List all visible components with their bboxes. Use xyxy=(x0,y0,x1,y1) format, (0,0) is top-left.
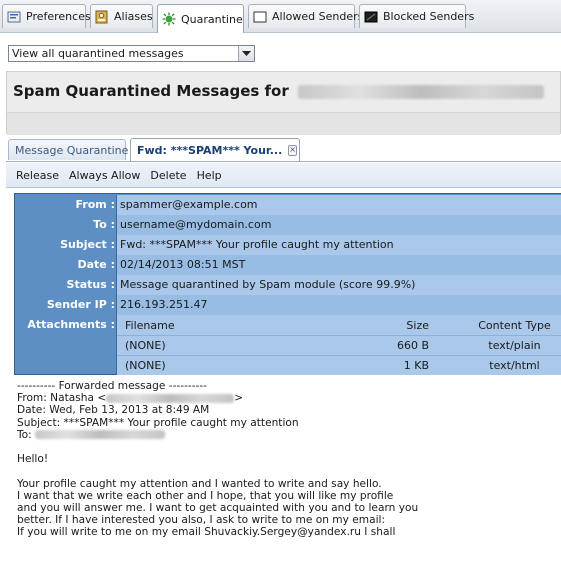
tab-message-quarantine-label: Message Quarantine xyxy=(15,143,129,157)
sender-ip-label: Sender IP : xyxy=(46,298,115,311)
date-label: Date : xyxy=(77,258,115,271)
tab-message-quarantine[interactable]: Message Quarantine xyxy=(8,139,129,160)
redacted-email xyxy=(298,84,544,99)
to-value: username@mydomain.com xyxy=(116,215,561,235)
tab-aliases[interactable]: Aliases xyxy=(90,4,153,28)
close-icon[interactable]: × xyxy=(288,144,297,156)
forwarded-from-line: From: Natasha < > xyxy=(17,392,561,404)
page-title: Spam Quarantined Messages for xyxy=(13,82,289,100)
tab-quarantine[interactable]: Quarantine xyxy=(157,4,244,33)
header-row-subject: Subject : Fwd: ***SPAM*** Your profile c… xyxy=(15,235,561,255)
tab-allowed-senders-label: Allowed Senders xyxy=(272,10,364,23)
blocked-senders-icon xyxy=(364,10,378,24)
column-size: Size xyxy=(406,319,429,332)
release-button[interactable]: Release xyxy=(16,169,59,182)
body-line: If you will write to me on my email Shuv… xyxy=(17,526,396,539)
table-row[interactable]: (NONE) 1 KB text/html xyxy=(117,355,561,375)
message-body: ---------- Forwarded message ---------- … xyxy=(17,380,561,563)
header-row-status: Status : Message quarantined by Spam mod… xyxy=(15,275,561,295)
allowed-senders-icon xyxy=(253,10,267,24)
chevron-down-icon[interactable] xyxy=(238,46,254,61)
date-value: 02/14/2013 08:51 MST xyxy=(116,255,561,275)
tab-quarantine-label: Quarantine xyxy=(181,12,243,26)
message-header-panel: From : spammer@example.com To : username… xyxy=(14,193,561,375)
preferences-icon xyxy=(7,10,21,24)
forwarded-date-line: Date: Wed, Feb 13, 2013 at 8:49 AM xyxy=(17,404,210,417)
column-content-type: Content Type xyxy=(478,319,551,332)
help-button[interactable]: Help xyxy=(197,169,222,182)
attachments-label: Attachments : xyxy=(27,318,115,331)
attachment-type: text/plain xyxy=(488,339,541,352)
tab-blocked-senders-label: Blocked Senders xyxy=(383,10,475,23)
page-title-row: Spam Quarantined Messages for xyxy=(13,82,544,100)
title-band: Spam Quarantined Messages for xyxy=(6,71,561,135)
attachment-filename: (NONE) xyxy=(125,359,166,372)
table-row[interactable]: (NONE) 660 B text/plain xyxy=(117,335,561,355)
attachment-filename: (NONE) xyxy=(125,339,166,352)
quarantine-icon xyxy=(162,12,176,26)
header-row-to: To : username@mydomain.com xyxy=(15,215,561,235)
column-filename: Filename xyxy=(125,319,175,332)
attachments-header-row: Filename Size Content Type xyxy=(117,316,561,335)
tab-preferences[interactable]: Preferences xyxy=(2,4,91,28)
body-line: I want that we write each other and I ho… xyxy=(17,489,394,502)
tab-aliases-label: Aliases xyxy=(114,10,153,23)
status-value: Message quarantined by Spam module (scor… xyxy=(116,275,561,295)
tab-message-detail-label: Fwd: ***SPAM*** Your... xyxy=(137,143,283,157)
redacted-email xyxy=(106,393,235,403)
sender-ip-value: 216.193.251.47 xyxy=(116,295,561,315)
subject-value: Fwd: ***SPAM*** Your profile caught my a… xyxy=(116,235,561,255)
header-row-date: Date : 02/14/2013 08:51 MST xyxy=(15,255,561,275)
forwarded-subject-line: Subject: ***SPAM*** Your profile caught … xyxy=(17,416,299,429)
quarantine-filter-value: View all quarantined messages xyxy=(12,47,184,60)
body-line: and you will answer me. I want to get ac… xyxy=(17,501,419,514)
message-toolbar: Release Always Allow Delete Help xyxy=(6,163,561,188)
always-allow-button[interactable]: Always Allow xyxy=(69,169,140,182)
forwarded-to-line: To: xyxy=(17,429,561,441)
tab-message-detail[interactable]: Fwd: ***SPAM*** Your... × xyxy=(130,138,300,161)
from-value: spammer@example.com xyxy=(116,195,561,215)
tab-blocked-senders[interactable]: Blocked Senders xyxy=(359,4,474,28)
header-row-from: From : spammer@example.com xyxy=(15,195,561,215)
top-tab-bar: Preferences Aliases Quarantine Allowed S… xyxy=(0,0,561,33)
status-label: Status : xyxy=(66,278,115,291)
attachment-size: 660 B xyxy=(396,339,429,352)
quarantine-filter-select[interactable]: View all quarantined messages xyxy=(8,45,255,62)
message-tabs: Message Quarantine Fwd: ***SPAM*** Your.… xyxy=(6,138,561,162)
forwarded-line: ---------- Forwarded message ---------- xyxy=(17,380,208,392)
from-label: From : xyxy=(75,198,115,211)
forwarded-from-prefix: From: Natasha < xyxy=(17,392,107,405)
tab-preferences-label: Preferences xyxy=(26,10,91,23)
header-row-sender-ip: Sender IP : 216.193.251.47 xyxy=(15,295,561,315)
tab-allowed-senders[interactable]: Allowed Senders xyxy=(248,4,363,28)
attachment-type: text/html xyxy=(489,359,540,372)
redacted-email xyxy=(35,430,166,440)
forwarded-to-prefix: To: xyxy=(17,428,32,441)
subject-label: Subject : xyxy=(60,238,115,251)
title-band-divider xyxy=(7,112,560,135)
aliases-icon xyxy=(95,10,109,24)
delete-button[interactable]: Delete xyxy=(150,169,186,182)
to-label: To : xyxy=(93,218,115,231)
attachments-table: Filename Size Content Type (NONE) 660 B … xyxy=(116,315,561,375)
greeting-line: Hello! xyxy=(17,453,49,466)
body-line: better. If I have interested you also, I… xyxy=(17,514,386,527)
attachment-size: 1 KB xyxy=(403,359,429,372)
forwarded-from-suffix: > xyxy=(234,392,244,405)
body-line: Your profile caught my attention and I w… xyxy=(17,477,382,490)
